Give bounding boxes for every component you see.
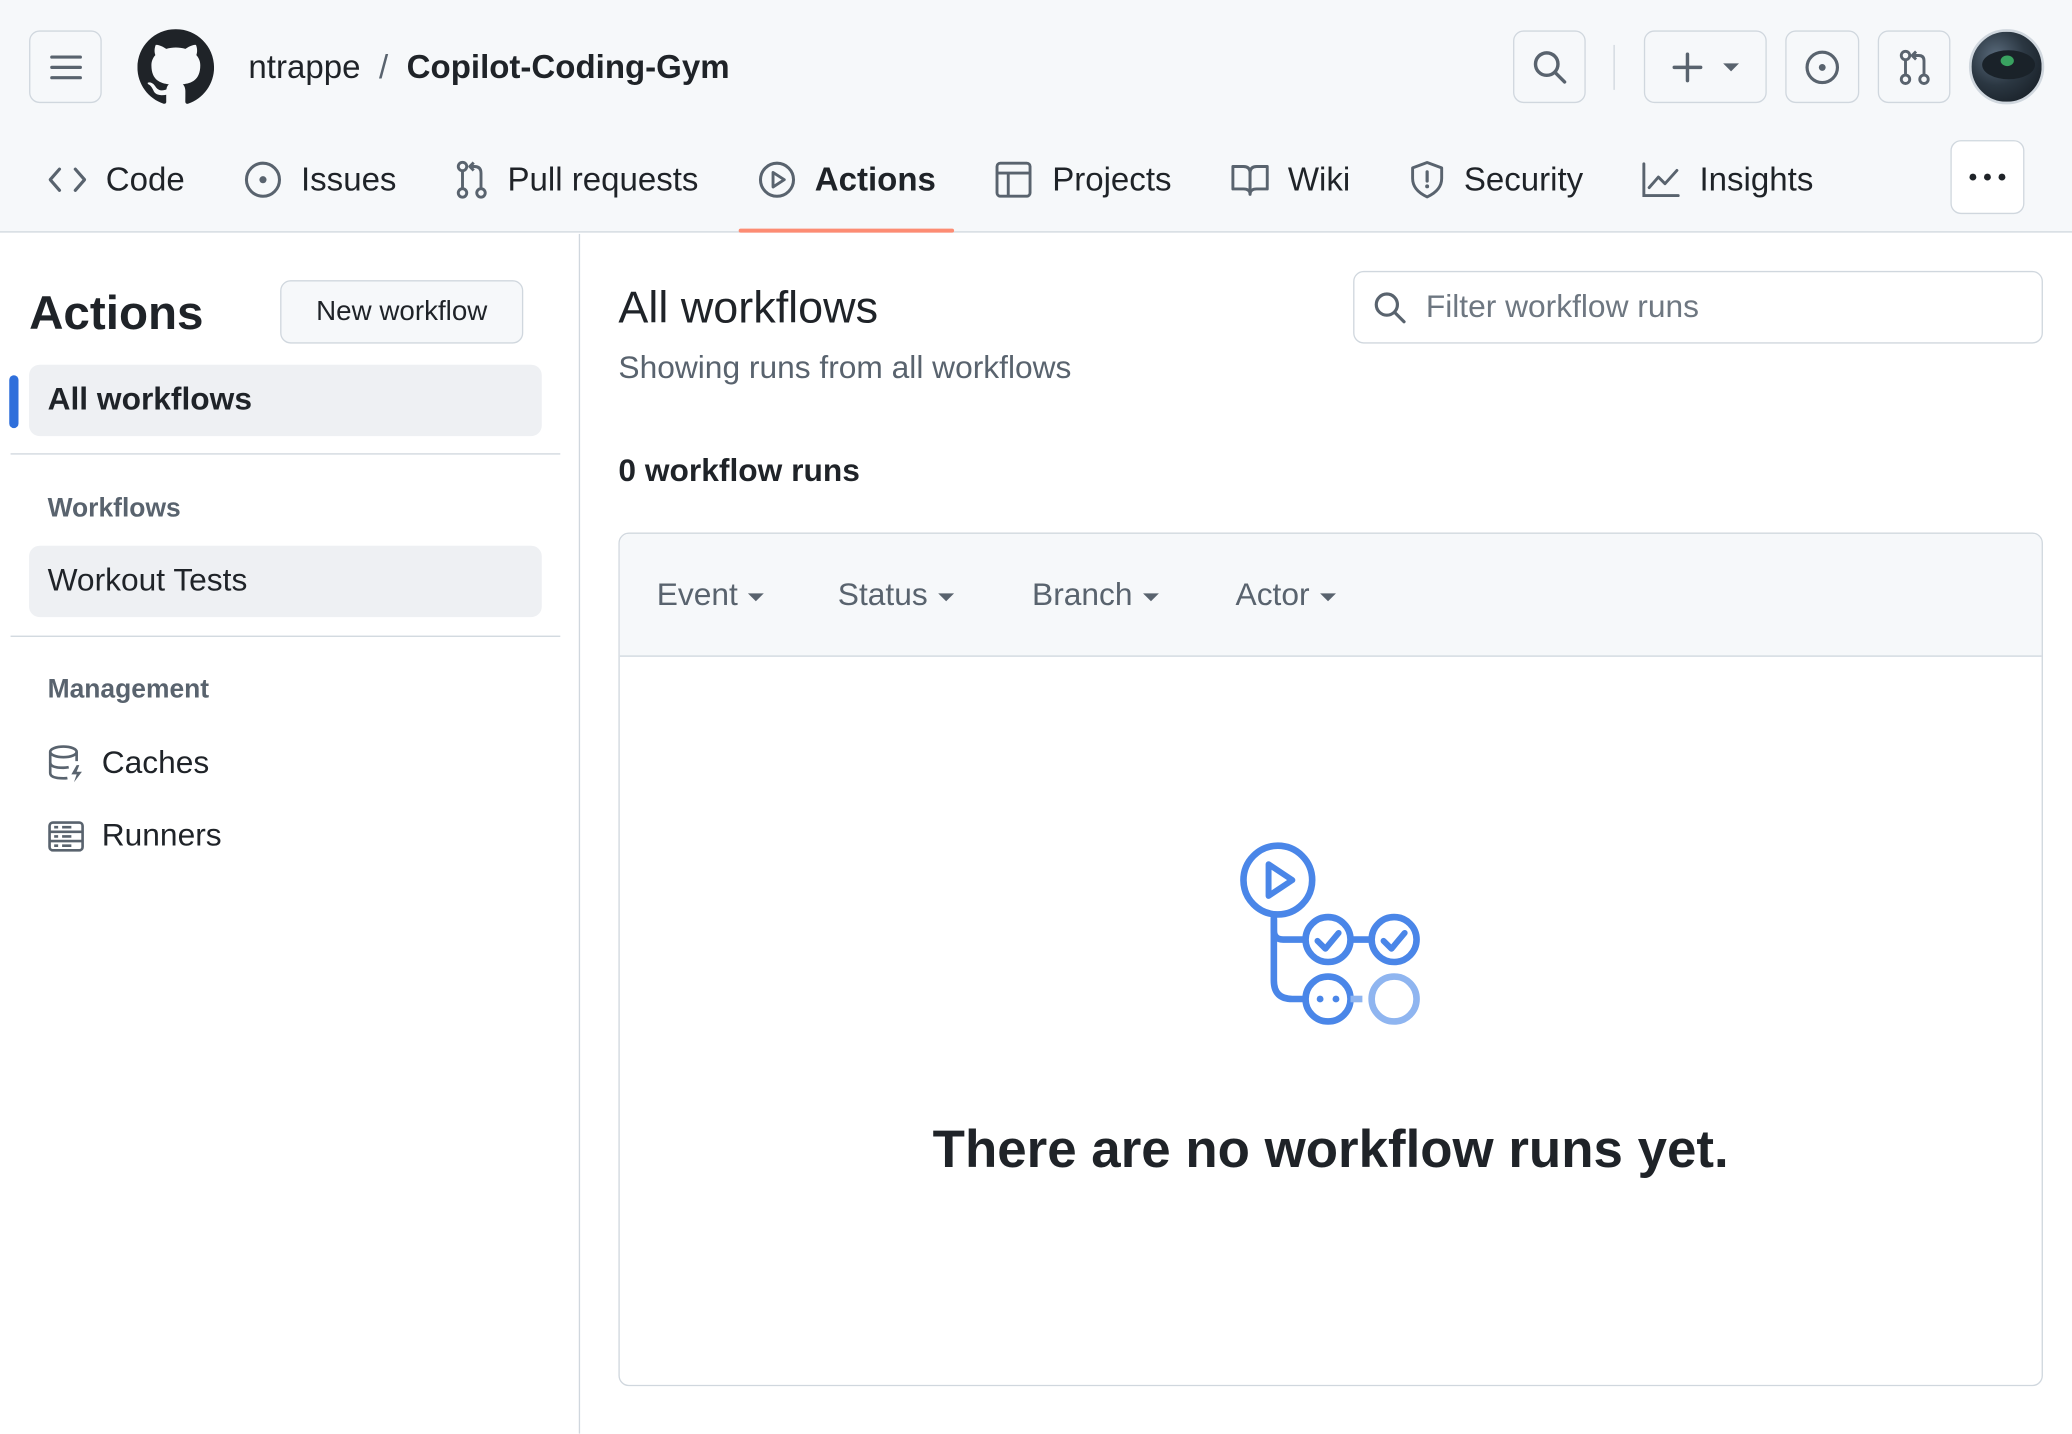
empty-state-title: There are no workflow runs yet. <box>932 1120 1729 1179</box>
sidebar-item-label: Caches <box>101 745 210 781</box>
sidebar-title: Actions <box>29 285 204 340</box>
repo-owner-link[interactable]: ntrappe <box>248 48 360 88</box>
sidebar-divider <box>10 635 561 637</box>
shield-icon <box>1410 161 1443 199</box>
tab-label: Pull requests <box>507 160 699 198</box>
hamburger-icon <box>49 54 82 79</box>
sidebar-item-caches[interactable]: Caches <box>48 744 210 784</box>
tab-label: Actions <box>814 160 936 198</box>
git-pull-request-icon <box>1899 49 1930 85</box>
issue-opened-icon <box>244 161 281 198</box>
menu-button[interactable] <box>29 30 102 104</box>
workflow-blankslate-icon <box>1240 842 1420 1025</box>
page-subtitle: Showing runs from all workflows <box>618 350 1072 386</box>
issue-opened-icon <box>1805 49 1840 84</box>
tab-label: Wiki <box>1287 160 1351 198</box>
new-workflow-button[interactable]: New workflow <box>280 280 524 344</box>
header-divider <box>1613 44 1615 90</box>
sidebar-item-runners[interactable]: Runners <box>48 818 222 855</box>
search-icon <box>1374 291 1406 323</box>
kebab-horizontal-icon <box>1969 173 2006 181</box>
tab-label: Insights <box>1699 160 1814 198</box>
runs-filter-bar: Event Status Branch Actor <box>619 533 2042 657</box>
tab-projects[interactable]: Projects <box>976 143 1190 217</box>
more-nav-button[interactable] <box>1950 140 2025 215</box>
tab-label: Projects <box>1052 160 1172 198</box>
filter-label: Branch <box>1032 577 1133 614</box>
filter-label: Event <box>656 577 738 614</box>
tab-code[interactable]: Code <box>29 143 203 217</box>
page-title: All workflows <box>618 282 879 334</box>
filter-actor-menu[interactable]: Actor <box>1236 577 1336 614</box>
search-button[interactable] <box>1513 30 1586 104</box>
triangle-down-icon <box>1320 593 1336 602</box>
user-avatar[interactable] <box>1968 29 2045 105</box>
tab-issues[interactable]: Issues <box>224 143 415 217</box>
tab-security[interactable]: Security <box>1390 143 1602 217</box>
tab-label: Security <box>1463 160 1584 198</box>
tab-label: Issues <box>300 160 397 198</box>
avatar-highlight <box>2000 55 2014 67</box>
sidebar-item-all-workflows[interactable]: All workflows <box>29 364 542 437</box>
git-pull-request-icon <box>456 160 487 199</box>
graph-icon <box>1642 162 1680 198</box>
workflows-heading: Workflows <box>47 494 181 524</box>
triangle-down-icon <box>1143 593 1159 602</box>
code-icon <box>48 167 87 192</box>
play-icon <box>758 161 795 198</box>
github-mark-icon[interactable] <box>137 29 215 106</box>
tab-insights[interactable]: Insights <box>1623 143 1832 217</box>
book-icon <box>1230 165 1269 196</box>
filter-event-menu[interactable]: Event <box>657 577 765 614</box>
repo-breadcrumb: ntrappe / Copilot-Coding-Gym <box>248 48 729 88</box>
tab-pull-requests[interactable]: Pull requests <box>436 143 717 217</box>
triangle-down-icon <box>938 593 955 602</box>
tab-actions[interactable]: Actions <box>738 143 954 233</box>
triangle-down-icon <box>1722 62 1739 71</box>
filter-input[interactable] <box>1425 288 1995 326</box>
plus-icon <box>1671 51 1702 82</box>
app-header: ntrappe / Copilot-Coding-Gym Code Issues… <box>0 0 2072 233</box>
sidebar-item-label: All workflows <box>47 381 252 418</box>
create-new-button[interactable] <box>1643 30 1767 104</box>
selected-indicator <box>9 375 19 429</box>
filter-status-menu[interactable]: Status <box>837 577 955 614</box>
sidebar-divider <box>10 453 561 455</box>
workflow-run-count: 0 workflow runs <box>618 453 860 489</box>
filter-workflow-runs[interactable] <box>1353 270 2043 344</box>
sidebar-item-workflow[interactable]: Workout Tests <box>29 545 542 618</box>
repo-name-link[interactable]: Copilot-Coding-Gym <box>407 48 730 88</box>
filter-branch-menu[interactable]: Branch <box>1032 577 1159 614</box>
actions-sidebar: Actions New workflow All workflows Workf… <box>0 233 581 1434</box>
your-issues-button[interactable] <box>1785 30 1860 104</box>
workflow-runs-panel: Event Status Branch Actor There are no w… <box>618 532 2043 1387</box>
breadcrumb-separator: / <box>378 48 389 86</box>
sidebar-item-label: Runners <box>101 817 222 854</box>
your-pull-requests-button[interactable] <box>1877 30 1951 104</box>
tab-wiki[interactable]: Wiki <box>1211 143 1369 217</box>
tab-label: Code <box>105 160 185 198</box>
cache-icon <box>48 745 82 783</box>
filter-label: Actor <box>1235 577 1310 614</box>
repo-nav: Code Issues Pull requests Actions Projec… <box>29 143 1853 233</box>
search-icon <box>1533 50 1566 83</box>
table-icon <box>995 161 1032 198</box>
filter-label: Status <box>837 577 928 614</box>
sidebar-item-label: Workout Tests <box>47 562 248 599</box>
triangle-down-icon <box>748 593 765 602</box>
server-icon <box>48 821 84 852</box>
management-heading: Management <box>47 675 210 705</box>
